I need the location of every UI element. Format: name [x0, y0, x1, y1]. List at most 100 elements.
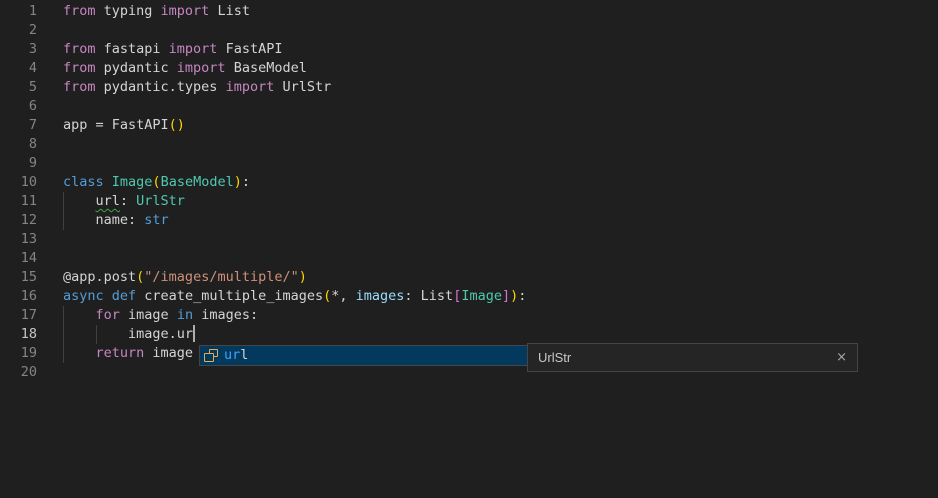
code-line[interactable]: 13: [0, 230, 938, 249]
code-token: return: [96, 345, 145, 361]
code-token: [104, 288, 112, 304]
code-token: import: [161, 3, 210, 19]
code-line[interactable]: 18 image.ur: [0, 325, 938, 344]
code-token: :: [120, 193, 136, 209]
line-number: 20: [0, 363, 37, 382]
line-number: 11: [0, 192, 37, 211]
code-line[interactable]: 7 app = FastAPI(): [0, 116, 938, 135]
code-token: List: [209, 3, 250, 19]
line-number: 19: [0, 344, 37, 363]
code-token: async: [63, 288, 104, 304]
code-line[interactable]: 11 url: UrlStr: [0, 192, 938, 211]
code-line[interactable]: 15@app.post("/images/multiple/"): [0, 268, 938, 287]
code-token: name:: [63, 212, 144, 228]
code-token: pydantic.types: [96, 79, 226, 95]
close-icon[interactable]: ×: [836, 350, 847, 365]
line-number: 10: [0, 173, 37, 192]
code-line[interactable]: 4 from pydantic import BaseModel: [0, 59, 938, 78]
code-line[interactable]: 5from pydantic.types import UrlStr: [0, 78, 938, 97]
code-token: for: [96, 307, 120, 323]
code-token: UrlStr: [136, 193, 185, 209]
suggestion-label: url: [224, 346, 248, 365]
code-token: UrlStr: [274, 79, 331, 95]
code-line[interactable]: 10class Image(BaseModel):: [0, 173, 938, 192]
suggestion-label-match: ur: [224, 347, 240, 363]
code-line[interactable]: 8: [0, 135, 938, 154]
code-token: [63, 193, 96, 209]
code-token: images: [356, 288, 405, 304]
suggestion-item-url[interactable]: url: [200, 346, 527, 365]
code-token: class: [63, 174, 104, 190]
code-token: @app.post: [63, 269, 136, 285]
code-token: import: [226, 79, 275, 95]
line-number: 6: [0, 97, 37, 116]
code-token: ): [234, 174, 242, 190]
line-number: 17: [0, 306, 37, 325]
field-icon-front-square: [204, 353, 214, 362]
code-token: str: [144, 212, 168, 228]
code-token: Image: [461, 288, 502, 304]
indent-guide: [63, 211, 64, 230]
code-line[interactable]: 17 for image in images:: [0, 306, 938, 325]
code-token: [104, 174, 112, 190]
line-number: 3: [0, 40, 37, 59]
code-token: BaseModel: [226, 60, 307, 76]
indent-guide: [63, 192, 64, 211]
line-number: 14: [0, 249, 37, 268]
code-token: images:: [193, 307, 258, 323]
code-line[interactable]: 2: [0, 21, 938, 40]
code-token: typing: [96, 3, 161, 19]
line-number: 12: [0, 211, 37, 230]
code-token: : List: [404, 288, 453, 304]
code-line[interactable]: 12 name: str: [0, 211, 938, 230]
code-token: FastAPI: [217, 41, 282, 57]
code-line[interactable]: 16async def create_multiple_images(*, im…: [0, 287, 938, 306]
line-number: 4: [0, 59, 37, 78]
suggestion-label-rest: l: [240, 347, 248, 363]
line-number: 16: [0, 287, 37, 306]
indent-guide: [63, 306, 64, 325]
line-number: 9: [0, 154, 37, 173]
code-line[interactable]: 3from fastapi import FastAPI: [0, 40, 938, 59]
indent-guide: [63, 325, 64, 344]
code-token: (): [169, 117, 185, 133]
code-line[interactable]: 14: [0, 249, 938, 268]
code-token: def: [112, 288, 136, 304]
code-token: url: [96, 193, 120, 209]
suggest-list: url: [199, 345, 528, 366]
line-number: 13: [0, 230, 37, 249]
code-line[interactable]: 6: [0, 97, 938, 116]
code-token: import: [169, 41, 218, 57]
code-token: Image: [112, 174, 153, 190]
code-token: image: [144, 345, 193, 361]
code-editor: 1from typing import List23from fastapi i…: [0, 0, 938, 498]
code-token: image.ur: [63, 326, 193, 342]
line-number: 7: [0, 116, 37, 135]
code-line[interactable]: 1from typing import List: [0, 2, 938, 21]
code-token: create_multiple_images: [136, 288, 323, 304]
code-token: import: [177, 60, 226, 76]
code-token: [63, 345, 96, 361]
code-token: from: [63, 3, 96, 19]
code-token: :: [242, 174, 250, 190]
code-token: in: [177, 307, 193, 323]
code-token: ): [299, 269, 307, 285]
line-number: 8: [0, 135, 37, 154]
code-token: *,: [331, 288, 355, 304]
line-number: 2: [0, 21, 37, 40]
code-token: (: [152, 174, 160, 190]
line-number: 5: [0, 78, 37, 97]
indent-guide: [63, 344, 64, 363]
code-line[interactable]: 9: [0, 154, 938, 173]
code-lines: 1from typing import List23from fastapi i…: [0, 2, 938, 382]
code-token: "/images/multiple/": [144, 269, 298, 285]
suggest-detail-text: UrlStr: [538, 350, 571, 365]
code-token: app = FastAPI: [63, 117, 169, 133]
line-number: 15: [0, 268, 37, 287]
text-cursor: [193, 325, 195, 342]
line-number: 18: [0, 325, 37, 344]
code-token: from: [63, 41, 96, 57]
code-token: pydantic: [96, 60, 177, 76]
code-token: ]: [502, 288, 510, 304]
code-token: from: [63, 60, 96, 76]
